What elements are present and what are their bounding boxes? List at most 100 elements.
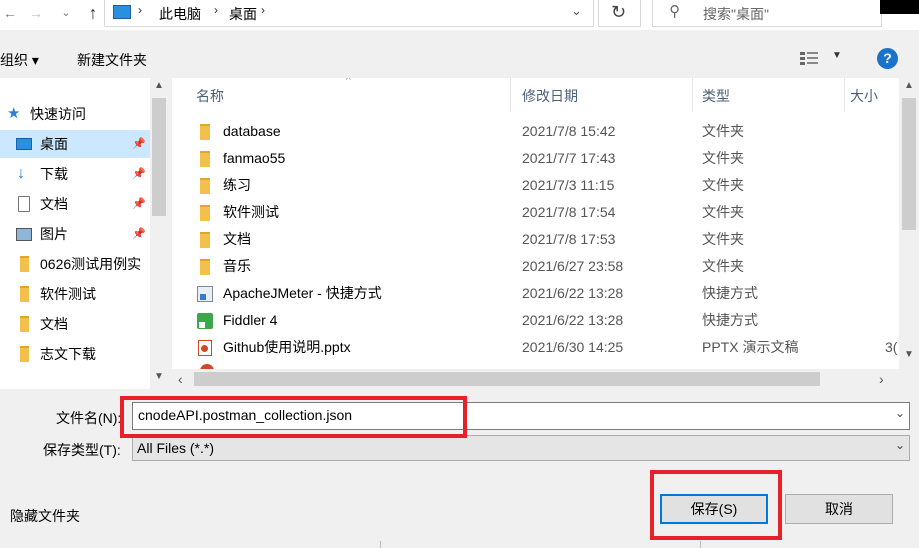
- sidebar-item-folder[interactable]: 志文下载: [0, 340, 150, 368]
- recent-locations-chevron-icon[interactable]: ⌄: [56, 2, 76, 24]
- desktop-icon: [16, 138, 32, 150]
- sidebar-item-label: 文档: [40, 316, 68, 332]
- folder-icon: [200, 151, 210, 167]
- file-name: ApacheJMeter - 快捷方式: [223, 285, 382, 301]
- sidebar-scroll-thumb[interactable]: [152, 98, 166, 216]
- file-date: 2021/7/8 17:54: [522, 204, 616, 220]
- search-placeholder: 搜索"桌面": [703, 6, 769, 22]
- address-field[interactable]: › 此电脑 › 桌面 › ⌄: [104, 0, 594, 27]
- scroll-left-arrow-icon[interactable]: ‹: [178, 371, 183, 387]
- file-list-vertical-scrollbar[interactable]: ▲ ▼: [899, 78, 919, 369]
- back-arrow-icon[interactable]: ←: [0, 2, 20, 24]
- sidebar-item-label: 0626测试用例实: [40, 256, 142, 272]
- table-row[interactable]: 练习 2021/7/3 11:15 文件夹: [172, 172, 919, 199]
- sidebar-item-downloads[interactable]: ↓ 下载 📌: [0, 160, 150, 188]
- file-type: 文件夹: [702, 231, 744, 247]
- column-divider[interactable]: [692, 78, 693, 112]
- scroll-right-arrow-icon[interactable]: ›: [879, 371, 884, 387]
- table-row[interactable]: database 2021/7/8 15:42 文件夹: [172, 118, 919, 145]
- file-date: 2021/7/8 17:53: [522, 231, 616, 247]
- refresh-button[interactable]: ↻: [598, 0, 641, 27]
- pin-icon[interactable]: 📌: [132, 190, 146, 218]
- table-row[interactable]: 软件测试 2021/7/8 17:54 文件夹: [172, 199, 919, 226]
- column-divider[interactable]: [844, 78, 845, 112]
- table-row[interactable]: Fiddler 4 2021/6/22 13:28 快捷方式: [172, 307, 919, 334]
- file-name: Github使用说明.pptx: [223, 339, 351, 355]
- sidebar-item-folder[interactable]: 文档: [0, 310, 150, 338]
- sidebar-item-label: 志文下载: [40, 346, 96, 362]
- file-type: PPTX 演示文稿: [702, 339, 799, 355]
- download-icon: ↓: [17, 165, 25, 182]
- column-header-type[interactable]: 类型: [702, 86, 730, 106]
- search-input[interactable]: ⚲ 搜索"桌面": [652, 0, 882, 27]
- star-icon: ★: [7, 105, 21, 122]
- folder-icon: [200, 124, 210, 140]
- folder-icon: [20, 256, 29, 272]
- file-date: 2021/7/7 17:43: [522, 150, 616, 166]
- file-name: 文档: [223, 231, 251, 247]
- address-dropdown-chevron-icon[interactable]: ⌄: [571, 3, 582, 19]
- sidebar-item-quick-access[interactable]: ★ 快速访问: [0, 100, 150, 128]
- breadcrumb-separator-icon: ›: [214, 3, 218, 17]
- column-header-name[interactable]: 名称: [196, 86, 224, 106]
- forward-arrow-icon[interactable]: →: [26, 2, 46, 24]
- command-toolbar: 组织 ▾ 新建文件夹 ▼ ?: [0, 40, 919, 78]
- table-row[interactable]: fanmao55 2021/7/7 17:43 文件夹: [172, 145, 919, 172]
- column-header-size[interactable]: 大小: [850, 86, 878, 106]
- sort-ascending-icon: ^: [346, 78, 351, 86]
- sidebar-item-documents[interactable]: 文档 📌: [0, 190, 150, 218]
- new-folder-button[interactable]: 新建文件夹: [77, 50, 147, 70]
- view-options-icon[interactable]: [800, 51, 818, 65]
- up-arrow-icon[interactable]: ↑: [82, 2, 104, 24]
- sidebar-scrollbar[interactable]: ▲ ▼: [150, 78, 168, 389]
- file-type: 文件夹: [702, 177, 744, 193]
- file-name: 音乐: [223, 258, 251, 274]
- sidebar-item-label: 桌面: [40, 136, 68, 152]
- column-header-date[interactable]: 修改日期: [522, 86, 578, 106]
- sidebar-item-pictures[interactable]: 图片 📌: [0, 220, 150, 248]
- sidebar-item-folder[interactable]: 软件测试: [0, 280, 150, 308]
- file-list: ^ 名称 修改日期 类型 大小 database 2021/7/8 15:42 …: [172, 78, 919, 369]
- sidebar-item-label: 软件测试: [40, 286, 96, 302]
- filename-dropdown-chevron-icon[interactable]: ⌄: [895, 406, 905, 420]
- pin-icon[interactable]: 📌: [132, 220, 146, 248]
- pin-icon[interactable]: 📌: [132, 130, 146, 158]
- scroll-down-arrow-icon[interactable]: ▼: [154, 371, 164, 382]
- scroll-up-arrow-icon[interactable]: ▲: [154, 80, 164, 91]
- sidebar-item-label: 快速访问: [30, 106, 86, 122]
- table-row[interactable]: 音乐 2021/6/27 23:58 文件夹: [172, 253, 919, 280]
- pin-icon[interactable]: 📌: [132, 160, 146, 188]
- sidebar-item-desktop[interactable]: 桌面 📌: [0, 130, 150, 158]
- column-divider[interactable]: [510, 78, 511, 112]
- folder-icon: [200, 232, 210, 248]
- filename-label: 文件名(N):: [56, 410, 122, 426]
- file-type: 快捷方式: [702, 312, 758, 328]
- table-row[interactable]: 文档 2021/7/8 17:53 文件夹: [172, 226, 919, 253]
- breadcrumb-this-pc[interactable]: 此电脑: [159, 4, 201, 24]
- help-icon[interactable]: ?: [877, 48, 898, 69]
- file-date: 2021/6/27 23:58: [522, 258, 624, 274]
- background-window-edge: [880, 0, 919, 14]
- filetype-select[interactable]: All Files (*.*) ⌄: [132, 435, 910, 461]
- file-size: 3(: [885, 339, 898, 355]
- horizontal-scroll-thumb[interactable]: [194, 372, 820, 386]
- filetype-dropdown-chevron-icon[interactable]: ⌄: [895, 438, 905, 452]
- table-row[interactable]: ApacheJMeter - 快捷方式 2021/6/22 13:28 快捷方式: [172, 280, 919, 307]
- cancel-button[interactable]: 取消: [785, 494, 893, 524]
- organize-menu-button[interactable]: 组织 ▾: [0, 50, 39, 70]
- scroll-up-arrow-icon[interactable]: ▲: [904, 80, 914, 91]
- table-row[interactable]: Github使用说明.pptx 2021/6/30 14:25 PPTX 演示文…: [172, 334, 919, 361]
- file-name: 软件测试: [223, 204, 279, 220]
- hide-folders-toggle[interactable]: 隐藏文件夹: [10, 506, 80, 526]
- breadcrumb-desktop[interactable]: 桌面: [229, 4, 257, 24]
- address-bar-row: ← → ⌄ ↑ › 此电脑 › 桌面 › ⌄ ↻ ⚲ 搜索"桌面": [0, 0, 919, 30]
- file-name: database: [223, 123, 281, 139]
- fiddler-icon: [197, 313, 213, 329]
- file-name: fanmao55: [223, 150, 286, 166]
- view-dropdown-arrow-icon[interactable]: ▼: [832, 50, 842, 61]
- sidebar-item-folder[interactable]: 0626测试用例实: [0, 250, 150, 278]
- annotation-highlight-save: [650, 470, 782, 540]
- scroll-down-arrow-icon[interactable]: ▼: [904, 349, 914, 360]
- vertical-scroll-thumb[interactable]: [902, 98, 916, 230]
- file-list-horizontal-scrollbar[interactable]: ‹ ›: [172, 369, 899, 389]
